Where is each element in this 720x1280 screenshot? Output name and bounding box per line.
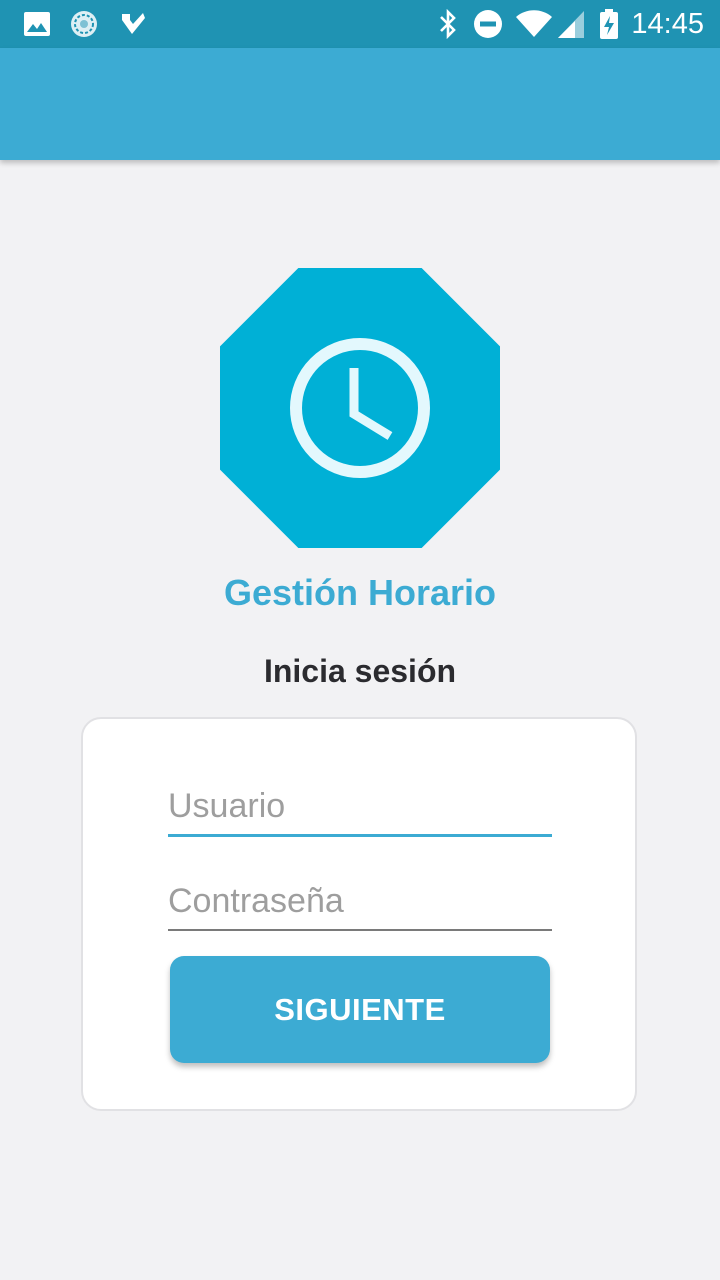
signal-icon (556, 8, 586, 40)
bluetooth-icon (436, 8, 460, 40)
app-logo (218, 266, 502, 550)
check-icon (118, 8, 148, 40)
app-title: Gestión Horario (223, 572, 497, 613)
sync-icon (68, 8, 100, 40)
status-bar: 14:45 (0, 0, 720, 48)
status-time: 14:45 (631, 8, 704, 40)
battery-charging-icon (598, 8, 620, 40)
next-button[interactable]: SIGUIENTE (170, 956, 550, 1063)
wifi-icon (514, 8, 554, 40)
clock-icon (218, 266, 502, 550)
do-not-disturb-icon (472, 8, 504, 40)
username-input[interactable] (168, 778, 552, 837)
app-bar (0, 48, 720, 160)
login-heading: Inicia sesión (263, 653, 457, 689)
image-icon (22, 8, 52, 40)
password-input[interactable] (168, 873, 552, 931)
